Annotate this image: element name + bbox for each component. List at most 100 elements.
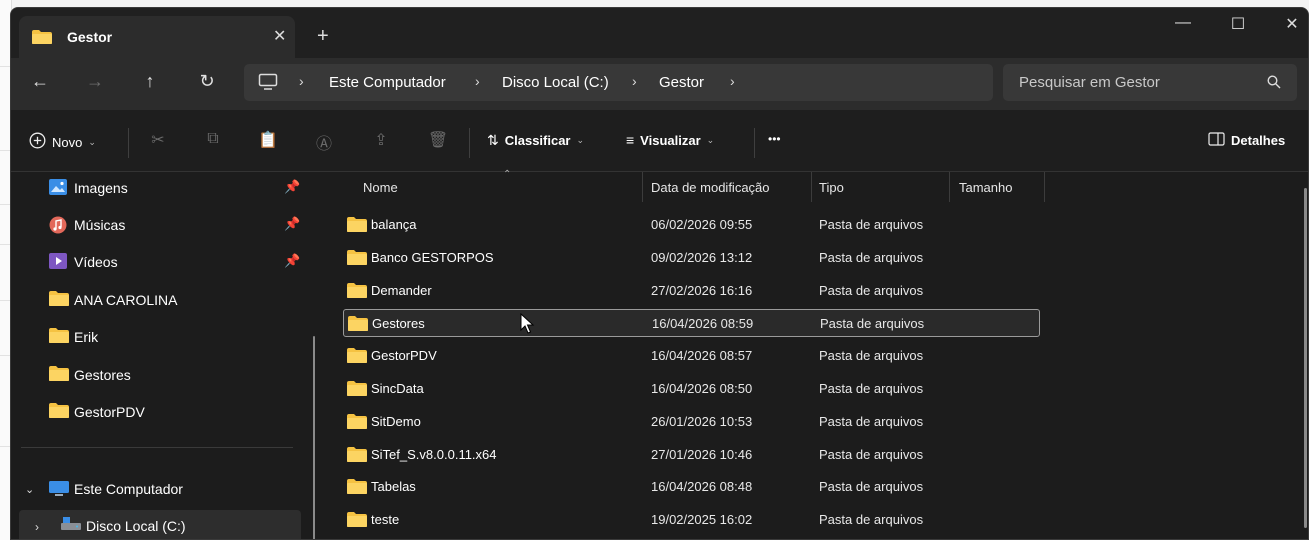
column-divider[interactable] — [811, 172, 812, 202]
sidebar-item-ana-carolina[interactable]: ANA CAROLINA — [11, 284, 301, 318]
drive-icon — [61, 517, 81, 534]
sidebar-item-disco-local[interactable]: › Disco Local (C:) — [19, 510, 301, 539]
sidebar-item-gestorpdv[interactable]: GestorPDV — [11, 396, 301, 430]
column-divider[interactable] — [1044, 172, 1045, 202]
chevron-right-icon[interactable]: › — [35, 520, 39, 534]
pin-icon: 📌 — [284, 216, 301, 231]
minimize-button[interactable]: — — [1163, 14, 1203, 32]
search-input[interactable]: Pesquisar em Gestor — [1003, 64, 1297, 101]
file-row[interactable]: balança 06/02/2026 09:55 Pasta de arquivos — [343, 211, 1040, 239]
details-pane-icon — [1208, 132, 1225, 149]
share-icon[interactable]: ⇪ — [370, 130, 392, 152]
sidebar-item-erik[interactable]: Erik — [11, 321, 301, 355]
file-row[interactable]: GestorPDV 16/04/2026 08:57 Pasta de arquiv… — [343, 342, 1040, 370]
address-field[interactable]: › Este Computador › Disco Local (C:) › G… — [244, 64, 993, 101]
sidebar-item-label: Erik — [74, 329, 99, 345]
sort-button[interactable]: ⇅ Classificar ⌄ — [487, 132, 584, 149]
forward-button[interactable]: → — [80, 71, 110, 92]
tab-title: Gestor — [67, 29, 113, 45]
back-button[interactable]: ← — [25, 71, 55, 92]
title-bar: Gestor ✕ + — ☐ ✕ — [11, 8, 1308, 58]
new-tab-button[interactable]: + — [317, 26, 329, 46]
sidebar-divider — [21, 447, 293, 448]
file-modified: 16/04/2026 08:50 — [651, 381, 753, 396]
file-row[interactable]: SitDemo 26/01/2026 10:53 Pasta de arquivos — [343, 408, 1040, 436]
file-modified: 16/04/2026 08:48 — [651, 479, 753, 495]
sidebar-item-label: Disco Local (C:) — [86, 518, 186, 534]
sidebar-item-label: Vídeos — [74, 254, 118, 270]
sidebar-item-este-computador[interactable]: ⌄ Este Computador — [11, 473, 301, 507]
column-header-modified[interactable]: Data de modificação — [651, 180, 770, 195]
folder-icon — [49, 366, 69, 384]
folder-icon — [347, 348, 367, 366]
breadcrumb-gestor[interactable]: Gestor — [659, 74, 704, 91]
file-modified: 16/04/2026 08:59 — [652, 316, 754, 332]
file-name: GestorPDV — [371, 348, 437, 364]
file-row[interactable]: Banco GESTORPOS 09/02/2026 13:12 Pasta de … — [343, 244, 1040, 272]
computer-icon — [49, 480, 69, 501]
sidebar-item-gestores[interactable]: Gestores — [11, 359, 301, 393]
column-header-type[interactable]: Tipo — [819, 180, 844, 195]
sidebar-item-label: GestorPDV — [74, 404, 145, 420]
address-bar-row: ← → ↑ ↻ › Este Computador › Disco Local … — [11, 58, 1308, 110]
file-row[interactable]: teste 19/02/2025 16:02 Pasta de arquivos — [343, 506, 1040, 534]
file-name: Tabelas — [371, 479, 416, 495]
chevron-down-icon[interactable]: ⌄ — [25, 483, 34, 496]
sort-label: Classificar — [504, 133, 571, 148]
music-icon — [49, 216, 67, 237]
command-bar: Novo ⌄ ✂ ⧉ 📋 Ⓐ ⇪ 🗑 ⇅ Classificar ⌄ ≡ Vis… — [11, 110, 1308, 172]
view-icon: ≡ — [626, 132, 635, 148]
search-icon — [1267, 75, 1281, 94]
file-row[interactable]: Demander 27/02/2026 16:16 Pasta de arquivo… — [343, 277, 1040, 305]
file-type: Pasta de arquivos — [819, 217, 924, 232]
file-list-scrollbar[interactable] — [1304, 188, 1307, 528]
folder-icon — [49, 403, 69, 421]
close-window-button[interactable]: ✕ — [1272, 14, 1308, 34]
videos-icon — [49, 253, 67, 272]
file-row[interactable]: Gestores 16/04/2026 08:59 Pasta de arquivo… — [343, 309, 1040, 338]
column-divider[interactable] — [949, 172, 950, 202]
delete-icon[interactable]: 🗑 — [427, 130, 449, 152]
column-header-size[interactable]: Tamanho — [959, 180, 1012, 195]
sidebar-scrollbar[interactable] — [313, 336, 315, 539]
file-type: Pasta de arquivos — [819, 479, 924, 495]
column-divider[interactable] — [642, 172, 643, 202]
file-name: Banco GESTORPOS — [371, 249, 494, 265]
folder-icon — [347, 217, 367, 235]
column-header-name[interactable]: Nome — [363, 180, 398, 195]
new-button[interactable]: Novo ⌄ — [29, 132, 96, 152]
cut-icon[interactable]: ✂ — [147, 130, 169, 152]
up-button[interactable]: ↑ — [135, 71, 165, 92]
sort-icon: ⇅ — [487, 132, 499, 148]
details-button[interactable]: Detalhes — [1208, 132, 1285, 149]
sidebar-item-videos[interactable]: Vídeos 📌 — [11, 246, 301, 280]
file-name: Gestores — [372, 316, 425, 332]
breadcrumb-separator[interactable]: › — [730, 73, 735, 89]
close-tab-icon[interactable]: ✕ — [273, 26, 286, 46]
refresh-button[interactable]: ↻ — [192, 71, 222, 92]
file-name: SiTef_S.v8.0.0.11.x64 — [371, 446, 497, 462]
file-type: Pasta de arquivos — [819, 348, 924, 364]
view-button[interactable]: ≡ Visualizar ⌄ — [626, 132, 714, 148]
rename-icon[interactable]: Ⓐ — [313, 130, 335, 153]
breadcrumb-este-computador[interactable]: Este Computador — [329, 74, 446, 91]
file-row[interactable]: Tabelas 16/04/2026 08:48 Pasta de arquivos — [343, 473, 1040, 501]
paste-icon[interactable]: 📋 — [257, 130, 279, 152]
copy-icon[interactable]: ⧉ — [202, 130, 224, 152]
images-icon — [49, 179, 67, 198]
view-label: Visualizar — [640, 132, 701, 148]
divider — [754, 128, 755, 158]
divider — [469, 128, 470, 158]
breadcrumb-disco-local[interactable]: Disco Local (C:) — [502, 74, 609, 91]
sidebar-item-label: Gestores — [74, 367, 131, 383]
maximize-button[interactable]: ☐ — [1218, 14, 1258, 34]
sidebar-item-musicas[interactable]: Músicas 📌 — [11, 209, 301, 243]
computer-icon — [258, 73, 278, 96]
file-row[interactable]: SincData 16/04/2026 08:50 Pasta de arquivo… — [343, 375, 1040, 403]
file-row[interactable]: SiTef_S.v8.0.0.11.x64 27/01/2026 10:46 Pas… — [343, 441, 1040, 469]
folder-icon — [348, 316, 368, 334]
more-options-button[interactable]: ••• — [768, 132, 781, 146]
tab-gestor[interactable]: Gestor ✕ — [19, 16, 295, 58]
sidebar-item-imagens[interactable]: Imagens 📌 — [11, 172, 301, 206]
plus-circle-icon — [29, 132, 46, 152]
